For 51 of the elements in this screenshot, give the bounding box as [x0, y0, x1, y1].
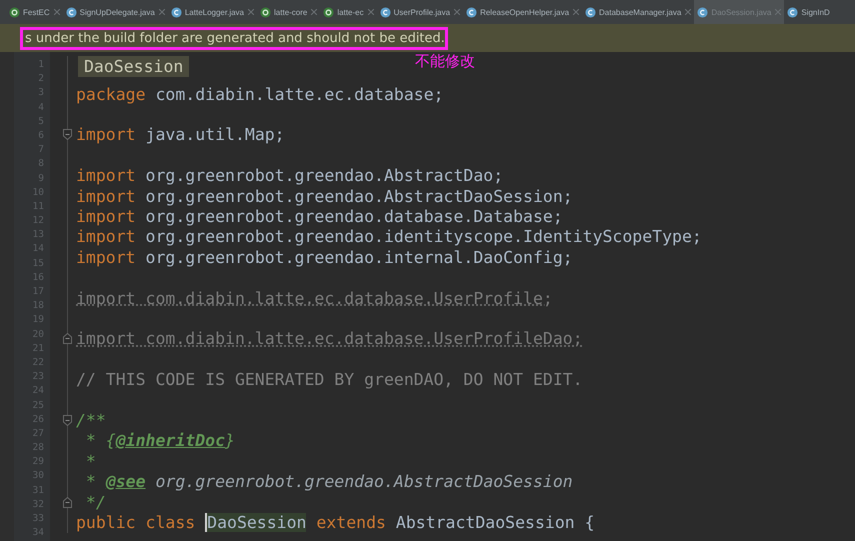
code-line: public class DaoSession extends AbstractDaoSession { — [75, 512, 595, 532]
class-icon — [697, 6, 708, 18]
close-icon[interactable] — [775, 9, 782, 15]
fold-end-icon[interactable] — [63, 496, 72, 508]
code-line: * — [84, 452, 96, 471]
code-line: /** — [75, 410, 106, 430]
code-line: import org.greenrobot.greendao.AbstractDao; — [75, 166, 504, 186]
class-icon — [66, 6, 77, 18]
warning-text: s under the build folder are generated and should not be edited. — [20, 26, 448, 50]
close-icon[interactable] — [454, 9, 460, 15]
code-line: * @see org.greenrobot.greendao.AbstractDaoSession — [84, 472, 573, 492]
close-icon[interactable] — [248, 9, 254, 15]
code-line: import org.greenrobot.greendao.database.Database; — [75, 207, 563, 226]
class-name-label: DaoSession — [78, 56, 190, 77]
code-line: // THIS CODE IS GENERATED BY greenDAO, DO NOT EDIT. — [75, 370, 583, 390]
code-line: import org.greenrobot.greendao.identityscope.IdentityScopeType; — [75, 227, 702, 246]
class-icon — [170, 6, 182, 18]
class-icon — [380, 6, 391, 18]
editor-tab[interactable]: latte-ec — [320, 0, 377, 24]
code-line: import java.util.Map; — [75, 125, 285, 144]
code-line: import com.diabin.latte.ec.database.UserProfileDao; — [75, 329, 583, 348]
editor-tab[interactable]: DatabaseManager.java — [582, 0, 694, 24]
close-icon[interactable] — [573, 9, 580, 15]
editor-tab[interactable]: UserProfile.java — [376, 0, 464, 24]
close-icon[interactable] — [311, 9, 318, 15]
module-icon — [260, 6, 272, 18]
editor-tab[interactable]: SignUpDelegate.java — [62, 0, 168, 24]
close-icon[interactable] — [368, 9, 374, 15]
code-line: import org.greenrobot.greendao.internal.DaoConfig; — [75, 248, 573, 267]
fold-start-icon[interactable] — [63, 129, 72, 140]
class-icon — [787, 6, 798, 18]
annotation-text: 不能修改 — [415, 52, 475, 71]
module-icon — [9, 6, 20, 18]
close-icon[interactable] — [685, 9, 692, 15]
code-line: */ — [84, 492, 106, 512]
editor-tab[interactable]: SignInD — [784, 0, 833, 24]
code-line: import com.diabin.latte.ec.database.UserProfile; — [75, 288, 553, 308]
close-icon[interactable] — [54, 9, 60, 15]
editor-tab[interactable]: ReleaseOpenHelper.java — [463, 0, 582, 24]
editor-tab[interactable]: LatteLogger.java — [168, 0, 258, 24]
editor-tab[interactable]: latte-core — [257, 0, 320, 24]
code-line: * {@inheritDoc} — [84, 431, 235, 450]
class-icon — [466, 6, 478, 18]
code-line: import org.greenrobot.greendao.AbstractDaoSession; — [75, 186, 573, 206]
fold-end-icon[interactable] — [63, 333, 72, 344]
module-icon — [323, 6, 334, 18]
fold-start-icon[interactable] — [63, 414, 72, 426]
editor-tab[interactable]: FestEC — [6, 0, 63, 24]
class-icon — [585, 6, 596, 18]
close-icon[interactable] — [158, 9, 165, 15]
code-line: package com.diabin.latte.ec.database; — [75, 84, 444, 104]
